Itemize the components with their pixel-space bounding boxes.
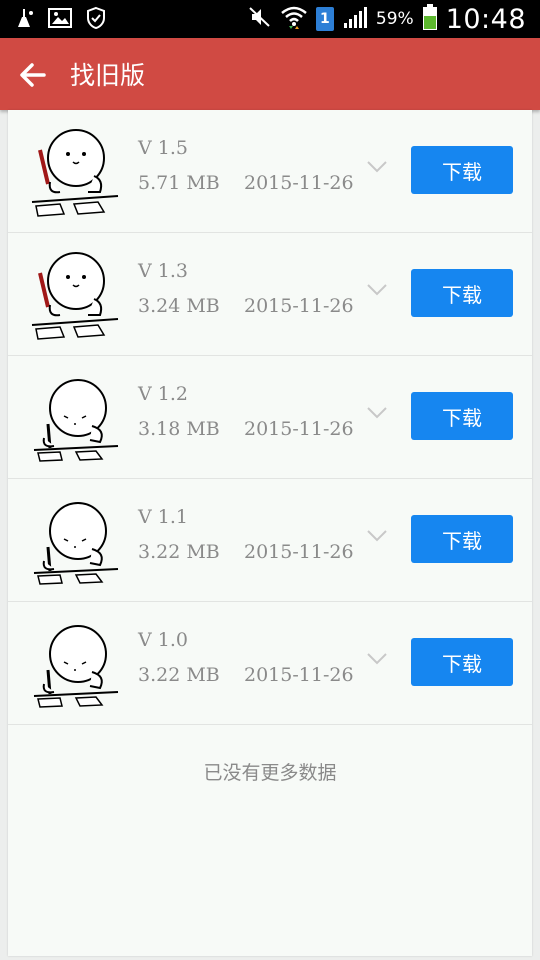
release-date: 2015-11-26 xyxy=(244,664,354,686)
download-button[interactable]: 下载 xyxy=(411,638,513,686)
download-button[interactable]: 下载 xyxy=(411,269,513,317)
mute-icon xyxy=(248,5,272,33)
wifi-icon xyxy=(280,4,308,34)
chevron-down-icon[interactable] xyxy=(366,283,388,297)
file-size: 3.24 MB xyxy=(138,295,220,317)
mascot-thumbnail xyxy=(33,379,119,462)
version-row: V 1.0 3.22 MB 2015-11-26 下载 xyxy=(8,602,532,725)
release-date: 2015-11-26 xyxy=(244,418,354,440)
version-row: V 1.3 3.24 MB 2015-11-26 下载 xyxy=(8,233,532,356)
download-button[interactable]: 下载 xyxy=(411,515,513,563)
release-date: 2015-11-26 xyxy=(244,541,354,563)
mascot-thumbnail xyxy=(33,625,119,708)
version-label: V 1.0 xyxy=(138,629,188,651)
version-label: V 1.2 xyxy=(138,383,188,405)
file-size: 3.22 MB xyxy=(138,541,220,563)
version-row: V 1.1 3.22 MB 2015-11-26 下载 xyxy=(8,479,532,602)
status-bar: 1 59% 10:48 xyxy=(0,0,540,38)
battery-percent: 59% xyxy=(375,9,414,29)
notification-badge: 1 xyxy=(315,7,334,31)
chevron-down-icon[interactable] xyxy=(366,160,388,174)
version-label: V 1.1 xyxy=(138,506,188,528)
end-of-list-text: 已没有更多数据 xyxy=(203,762,337,784)
release-date: 2015-11-26 xyxy=(244,295,354,317)
gallery-icon xyxy=(48,7,72,33)
arrow-left-icon xyxy=(20,63,46,87)
back-button[interactable] xyxy=(16,58,50,92)
mascot-thumbnail xyxy=(31,129,119,217)
file-size: 3.18 MB xyxy=(138,418,220,440)
version-row: V 1.5 5.71 MB 2015-11-26 下载 xyxy=(8,110,532,233)
chevron-down-icon[interactable] xyxy=(366,406,388,420)
page-title: 找旧版 xyxy=(70,61,146,90)
mascot-thumbnail xyxy=(33,502,119,585)
security-icon xyxy=(84,6,108,34)
version-label: V 1.5 xyxy=(138,137,188,159)
signal-icon xyxy=(342,5,368,33)
download-button[interactable]: 下载 xyxy=(411,146,513,194)
release-date: 2015-11-26 xyxy=(244,172,354,194)
file-size: 3.22 MB xyxy=(138,664,220,686)
chevron-down-icon[interactable] xyxy=(366,652,388,666)
version-row: V 1.2 3.18 MB 2015-11-26 下载 xyxy=(8,356,532,479)
mascot-thumbnail xyxy=(31,252,119,340)
battery-icon xyxy=(422,3,438,35)
download-button[interactable]: 下载 xyxy=(411,392,513,440)
cleaner-icon xyxy=(14,7,36,33)
file-size: 5.71 MB xyxy=(138,172,220,194)
chevron-down-icon[interactable] xyxy=(366,529,388,543)
clock: 10:48 xyxy=(445,3,526,35)
version-list[interactable]: V 1.5 5.71 MB 2015-11-26 下载 V 1.3 3.24 M… xyxy=(8,110,532,956)
app-bar: 找旧版 xyxy=(0,38,540,110)
version-label: V 1.3 xyxy=(138,260,188,282)
